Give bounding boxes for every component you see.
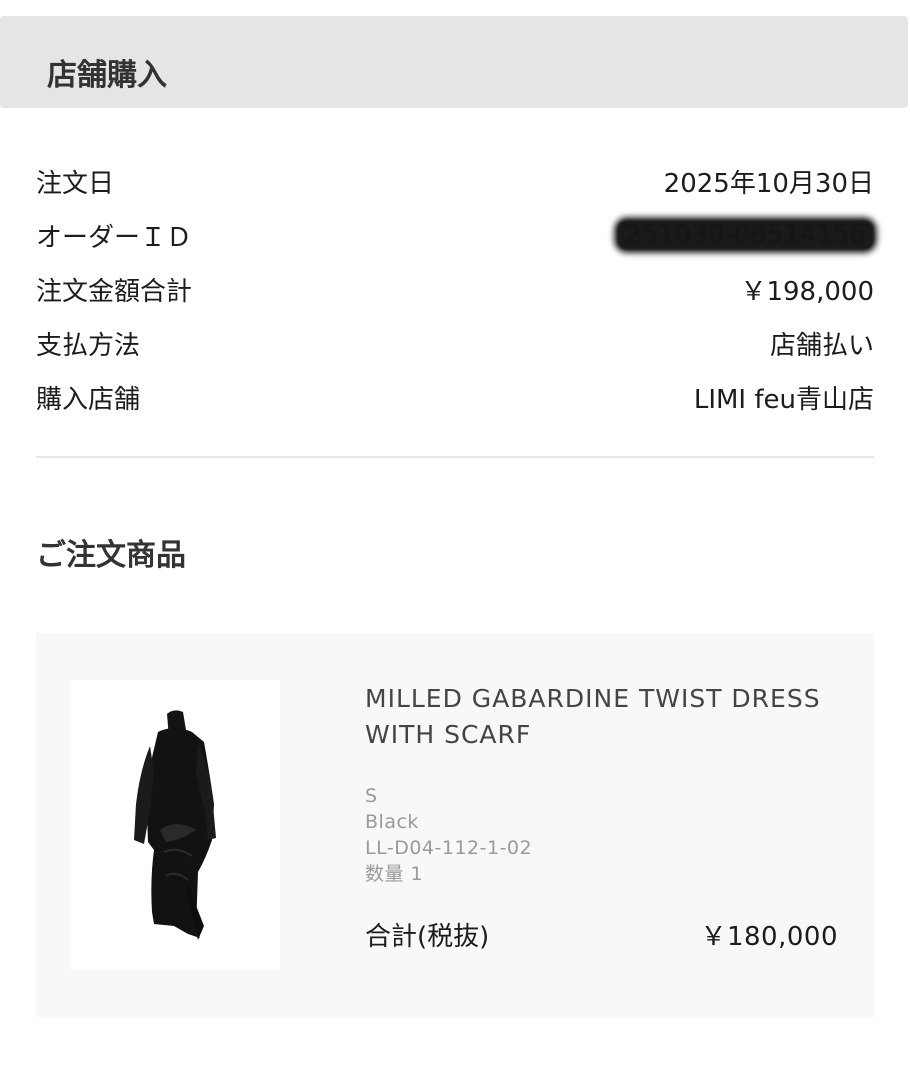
subtotal-label: 合計(税抜) bbox=[365, 922, 490, 952]
ordered-items-heading: ご注文商品 bbox=[36, 538, 186, 573]
page-title: 店舗購入 bbox=[47, 58, 167, 93]
order-total-label: 注文金額合計 bbox=[36, 276, 193, 307]
payment-method-row: 支払方法 店舗払い bbox=[36, 316, 874, 370]
product-card[interactable]: MILLED GABARDINE TWIST DRESS WITH SCARF … bbox=[36, 633, 874, 1017]
product-size: S bbox=[365, 785, 378, 807]
payment-method-label: 支払方法 bbox=[36, 330, 141, 361]
order-id-label: オーダーＩＤ bbox=[36, 222, 193, 253]
dress-icon bbox=[134, 710, 216, 940]
divider bbox=[36, 456, 874, 458]
order-info-list: 注文日 2025年10月30日 オーダーＩＤ 251030-06514156 注… bbox=[36, 154, 874, 424]
order-total-row: 注文金額合計 ￥198,000 bbox=[36, 262, 874, 316]
product-details: S Black LL-D04-112-1-02 数量 1 bbox=[365, 783, 532, 887]
store-row: 購入店舗 LIMI feu青山店 bbox=[36, 370, 874, 424]
product-quantity: 数量 1 bbox=[365, 863, 424, 885]
header-bar: 店舗購入 bbox=[0, 16, 908, 108]
store-label: 購入店舗 bbox=[36, 384, 141, 415]
order-date-row: 注文日 2025年10月30日 bbox=[36, 154, 874, 208]
page: 店舗購入 注文日 2025年10月30日 オーダーＩＤ 251030-06514… bbox=[0, 0, 910, 1080]
product-image[interactable] bbox=[70, 680, 280, 970]
order-id-row: オーダーＩＤ 251030-06514156 bbox=[36, 208, 874, 262]
store-value: LIMI feu青山店 bbox=[693, 384, 874, 415]
payment-method-value: 店舗払い bbox=[769, 330, 874, 361]
product-name[interactable]: MILLED GABARDINE TWIST DRESS WITH SCARF bbox=[365, 681, 855, 753]
subtotal-value: ￥180,000 bbox=[700, 922, 838, 952]
order-date-label: 注文日 bbox=[36, 168, 115, 199]
order-id-value: 251030-06514156 bbox=[617, 220, 874, 250]
product-color: Black bbox=[365, 811, 419, 833]
order-date-value: 2025年10月30日 bbox=[663, 168, 874, 199]
order-total-value: ￥198,000 bbox=[740, 276, 874, 307]
product-sku: LL-D04-112-1-02 bbox=[365, 837, 533, 859]
